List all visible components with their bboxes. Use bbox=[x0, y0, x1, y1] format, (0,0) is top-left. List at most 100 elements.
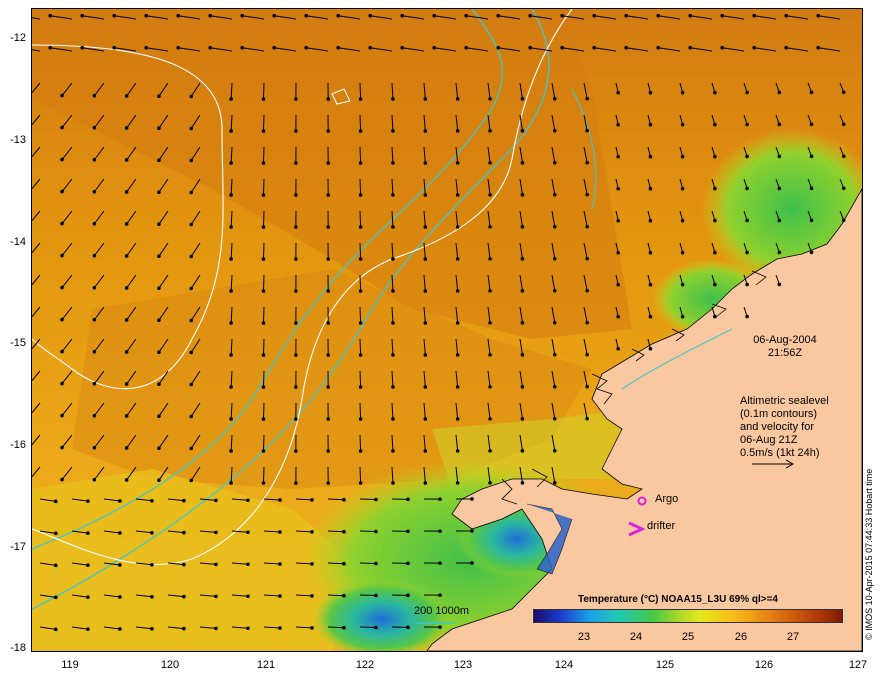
velocity-arrow-head bbox=[229, 97, 233, 101]
velocity-arrow-head bbox=[784, 13, 789, 18]
velocity-arrow-head bbox=[391, 353, 395, 357]
velocity-arrow-head bbox=[553, 320, 557, 325]
velocity-arrow-head bbox=[189, 382, 194, 387]
velocity-arrow-head bbox=[144, 13, 149, 18]
velocity-arrow-head bbox=[553, 416, 557, 421]
velocity-arrow-head bbox=[553, 288, 557, 293]
velocity-arrow-head bbox=[841, 154, 846, 159]
velocity-arrow-head bbox=[585, 256, 589, 261]
velocity-arrow-head bbox=[553, 448, 557, 453]
velocity-arrow-head bbox=[777, 250, 782, 255]
velocity-arrow bbox=[359, 530, 377, 533]
lon-label: 126 bbox=[754, 659, 774, 671]
lat-label: -12 bbox=[10, 32, 26, 44]
lon-label: 120 bbox=[160, 659, 180, 671]
velocity-arrow-head bbox=[326, 353, 331, 357]
velocity-arrow-head bbox=[310, 530, 314, 534]
velocity-arrow-head bbox=[294, 321, 298, 325]
velocity-arrow-head bbox=[553, 128, 557, 133]
velocity-arrow-head bbox=[246, 626, 250, 631]
velocity-arrow-head bbox=[189, 478, 194, 483]
velocity-arrow-head bbox=[118, 531, 122, 535]
velocity-arrow-head bbox=[553, 352, 557, 357]
velocity-arrow-head bbox=[455, 353, 460, 357]
velocity-arrow-head bbox=[713, 218, 717, 223]
velocity-arrow-head bbox=[304, 45, 309, 50]
velocity-arrow-head bbox=[438, 497, 442, 501]
velocity-arrow-head bbox=[92, 189, 97, 194]
velocity-arrow-head bbox=[261, 321, 266, 325]
velocity-arrow-head bbox=[60, 445, 64, 450]
velocity-arrow-head bbox=[92, 445, 97, 450]
velocity-arrow-head bbox=[60, 317, 64, 322]
velocity-arrow-head bbox=[310, 594, 314, 598]
velocity-arrow-head bbox=[423, 257, 428, 261]
velocity-arrow-head bbox=[423, 289, 428, 293]
velocity-arrow-head bbox=[720, 45, 725, 50]
velocity-arrow-head bbox=[189, 126, 194, 131]
velocity-arrow bbox=[359, 274, 362, 292]
velocity-arrow-head bbox=[777, 282, 782, 287]
velocity-arrow-head bbox=[464, 13, 469, 18]
velocity-arrow-head bbox=[124, 446, 129, 450]
velocity-arrow-head bbox=[54, 563, 58, 568]
velocity-arrow-head bbox=[214, 594, 218, 599]
velocity-arrow-head bbox=[496, 13, 501, 18]
velocity-arrow-head bbox=[229, 257, 233, 261]
velocity-arrow-head bbox=[60, 477, 64, 482]
velocity-arrow-head bbox=[60, 381, 64, 386]
velocity-arrow-head bbox=[358, 385, 363, 389]
velocity-arrow-head bbox=[358, 417, 363, 421]
velocity-arrow-head bbox=[438, 561, 442, 565]
velocity-arrow-head bbox=[455, 257, 460, 261]
temperature-colorbar bbox=[533, 609, 843, 623]
velocity-arrow-head bbox=[124, 190, 129, 194]
velocity-arrow bbox=[359, 594, 377, 597]
velocity-arrow-head bbox=[648, 314, 653, 319]
velocity-arrow-head bbox=[488, 225, 492, 229]
velocity-arrow-head bbox=[240, 45, 245, 50]
copyright-text: © IMOS 10-Apr-2015 07:44:33 Hobart time bbox=[864, 468, 874, 640]
velocity-arrow-head bbox=[809, 154, 814, 159]
velocity-arrow-head bbox=[92, 349, 97, 354]
velocity-arrow-head bbox=[326, 481, 331, 485]
velocity-arrow-head bbox=[752, 45, 757, 50]
velocity-arrow-head bbox=[777, 186, 782, 191]
velocity-arrow-head bbox=[326, 161, 331, 165]
velocity-arrow-head bbox=[272, 13, 277, 18]
velocity-arrow bbox=[359, 402, 362, 420]
velocity-arrow-head bbox=[189, 286, 194, 291]
velocity-arrow-head bbox=[585, 352, 589, 357]
velocity-arrow-head bbox=[553, 480, 557, 485]
velocity-arrow-head bbox=[92, 157, 97, 162]
velocity-arrow bbox=[262, 402, 265, 420]
info-line: (0.1m contours) bbox=[740, 408, 818, 420]
velocity-arrow-head bbox=[92, 253, 97, 258]
velocity-arrow-head bbox=[391, 161, 395, 165]
velocity-arrow-head bbox=[520, 193, 525, 197]
velocity-arrow-head bbox=[391, 129, 395, 133]
velocity-arrow-head bbox=[60, 253, 64, 258]
velocity-arrow-head bbox=[470, 529, 474, 533]
velocity-arrow-head bbox=[520, 161, 525, 165]
velocity-arrow-head bbox=[745, 154, 749, 159]
velocity-arrow-head bbox=[455, 161, 460, 165]
altimetry-info: Altimetric sealevel (0.1m contours) and … bbox=[740, 395, 860, 460]
velocity-arrow bbox=[327, 594, 345, 597]
velocity-arrow-head bbox=[841, 90, 846, 95]
velocity-arrow-head bbox=[423, 481, 428, 485]
velocity-arrow-head bbox=[189, 446, 194, 451]
velocity-arrow-head bbox=[368, 45, 373, 50]
velocity-arrow bbox=[359, 338, 362, 356]
velocity-arrow-head bbox=[648, 154, 653, 159]
time-text: 21:56Z bbox=[767, 347, 803, 359]
velocity-arrow-head bbox=[326, 289, 331, 293]
velocity-arrow-head bbox=[648, 346, 653, 351]
velocity-arrow-head bbox=[124, 382, 129, 386]
lat-label: -15 bbox=[10, 337, 26, 349]
velocity-arrow-head bbox=[391, 481, 395, 485]
velocity-arrow-head bbox=[648, 282, 653, 287]
velocity-arrow-head bbox=[157, 158, 161, 162]
velocity-arrow-head bbox=[124, 222, 129, 226]
velocity-arrow-head bbox=[713, 186, 717, 191]
